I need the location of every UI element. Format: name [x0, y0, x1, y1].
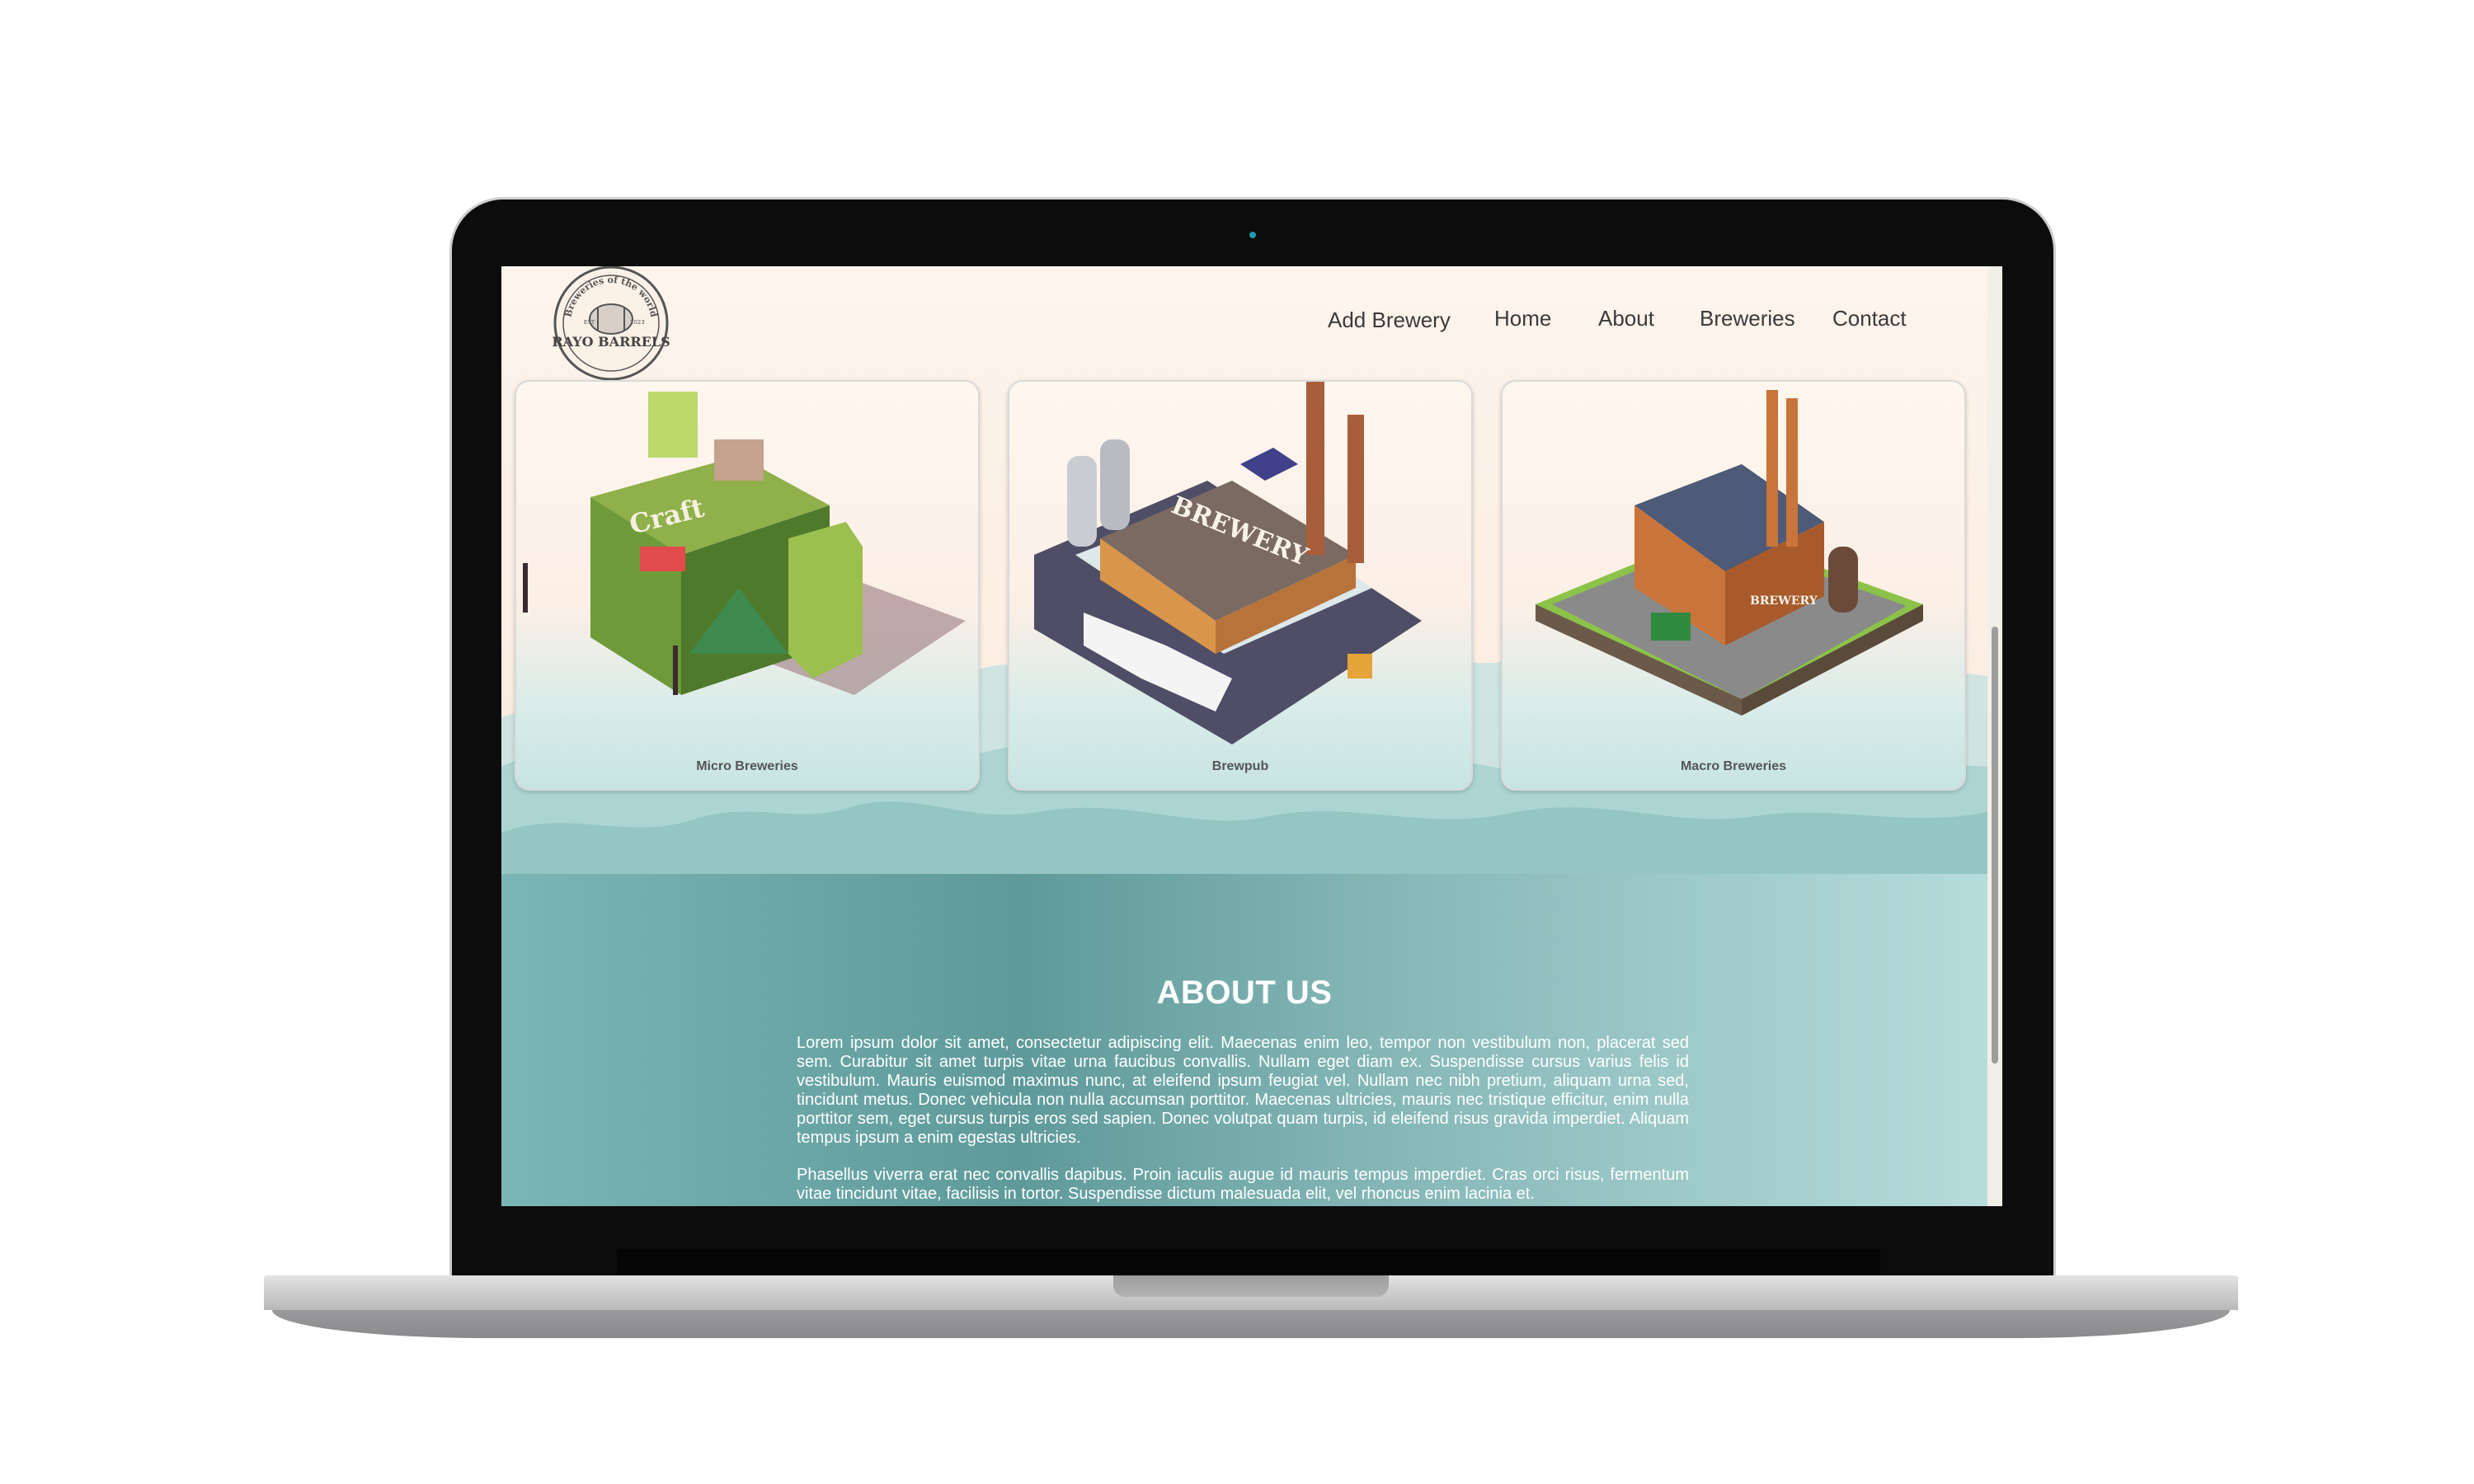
about-paragraph: Lorem ipsum dolor sit amet, consectetur … [797, 1034, 1689, 1147]
craft-brewery-illustration: Craft [523, 392, 966, 695]
vertical-scrollbar[interactable] [1987, 266, 2002, 1206]
nav-breweries[interactable]: Breweries [1700, 306, 1795, 331]
svg-text:BREWERY: BREWERY [1750, 594, 1818, 608]
laptop-base-bottom [272, 1310, 2230, 1338]
card-macro-breweries[interactable]: BREWERY Macro Breweries [1501, 380, 1966, 791]
svg-text:2023: 2023 [630, 319, 645, 326]
card-brewpub[interactable]: BREWERY Brewpub [1008, 380, 1473, 791]
card-label: Macro Breweries [1680, 759, 1787, 773]
about-title: ABOUT US [1156, 974, 1333, 1011]
nav-contact[interactable]: Contact [1832, 306, 1907, 331]
about-section: ABOUT US Lorem ipsum dolor sit amet, con… [501, 874, 1987, 1206]
card-label: Micro Breweries [696, 759, 798, 773]
laptop-notch [1113, 1275, 1389, 1297]
scrollbar-thumb[interactable] [1992, 627, 1998, 1064]
browser-viewport: Breweries of the world EST 2023 RAYO BAR… [501, 266, 2002, 1206]
macro-brewery-illustration: BREWERY [1536, 390, 1923, 716]
nav-add-brewery[interactable]: Add Brewery [1328, 308, 1451, 333]
about-paragraph: Phasellus viverra erat nec convallis dap… [797, 1166, 1689, 1203]
card-label: Brewpub [1211, 759, 1269, 773]
svg-text:RAYO BARRELS: RAYO BARRELS [553, 334, 670, 350]
top-navigation: Breweries of the world EST 2023 RAYO BAR… [501, 266, 1987, 381]
webcam-icon [1249, 232, 1256, 238]
brewpub-illustration: BREWERY [1034, 382, 1422, 744]
hero-section: Breweries of the world EST 2023 RAYO BAR… [501, 266, 1987, 874]
nav-home[interactable]: Home [1494, 306, 1551, 331]
svg-text:EST: EST [584, 319, 595, 326]
card-micro-breweries[interactable]: Craft Micro Breweries [515, 380, 980, 791]
rayo-barrels-logo[interactable]: Breweries of the world EST 2023 RAYO BAR… [553, 266, 670, 382]
nav-about[interactable]: About [1598, 306, 1654, 331]
about-text: Lorem ipsum dolor sit amet, consectetur … [797, 1034, 1689, 1206]
